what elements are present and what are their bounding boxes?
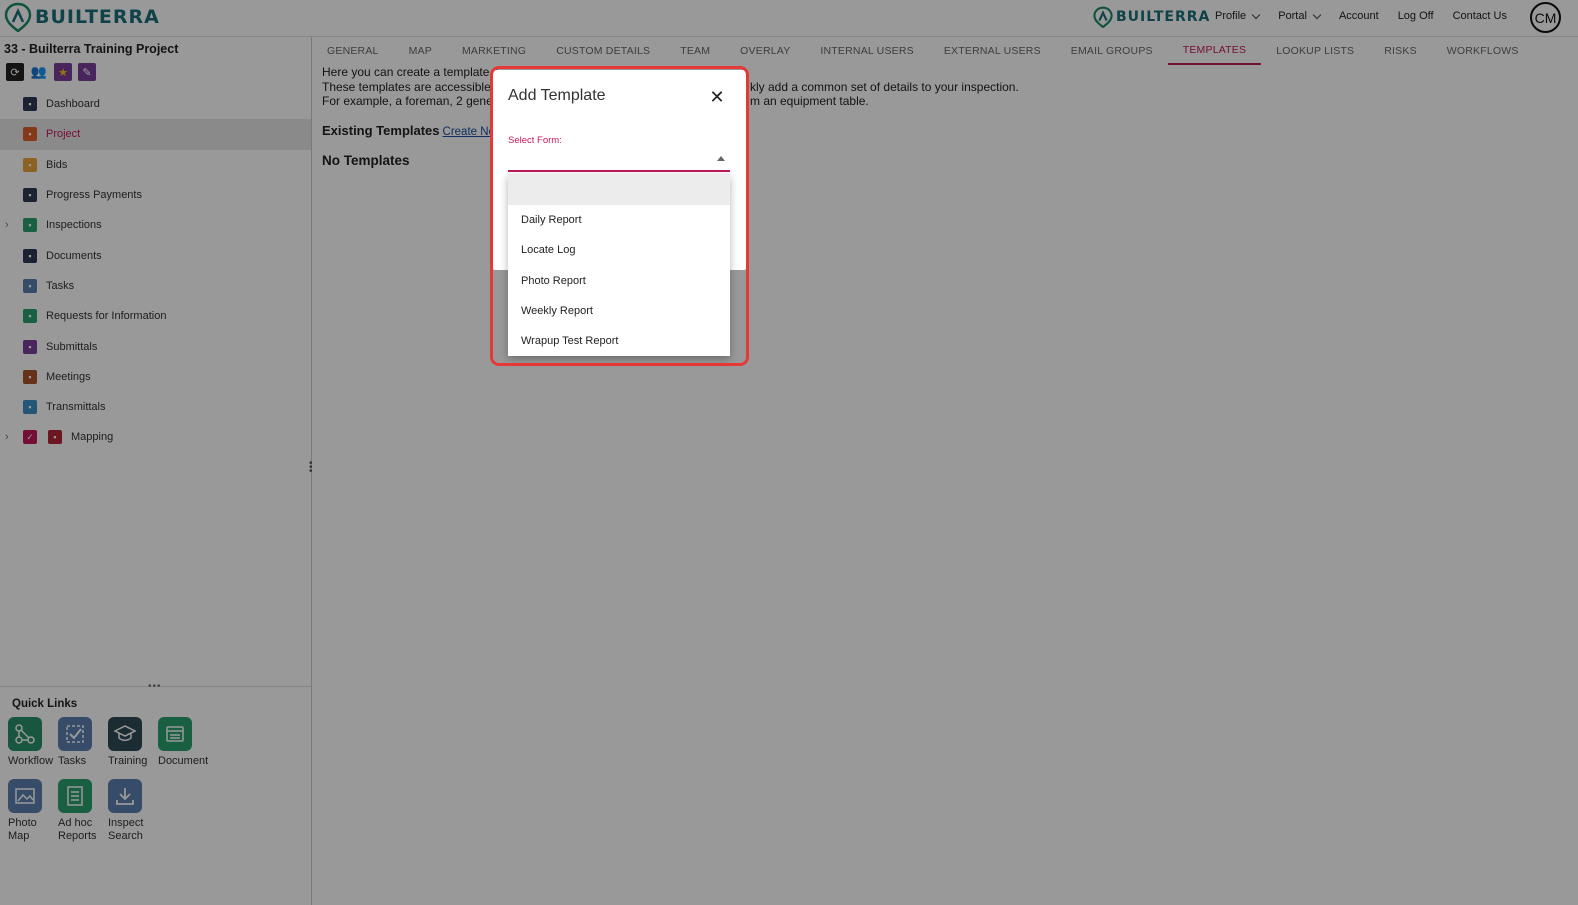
dropdown-option[interactable]: Locate Log [508, 235, 730, 265]
dropdown-option[interactable]: Photo Report [508, 266, 730, 296]
modal-backdrop[interactable] [0, 0, 1578, 905]
dropdown-option[interactable]: Wrapup Test Report [508, 326, 730, 356]
select-form-label: Select Form: [508, 135, 562, 146]
caret-up-icon[interactable] [717, 156, 725, 161]
dropdown-option[interactable]: Weekly Report [508, 296, 730, 326]
select-form-dropdown: Daily Report Locate Log Photo Report Weekly… [508, 174, 730, 356]
dropdown-option-empty[interactable] [508, 174, 730, 205]
dropdown-option[interactable]: Daily Report [508, 205, 730, 235]
close-icon[interactable]: ✕ [707, 87, 727, 107]
select-form-field[interactable] [508, 170, 730, 172]
dialog-title: Add Template [508, 87, 606, 104]
